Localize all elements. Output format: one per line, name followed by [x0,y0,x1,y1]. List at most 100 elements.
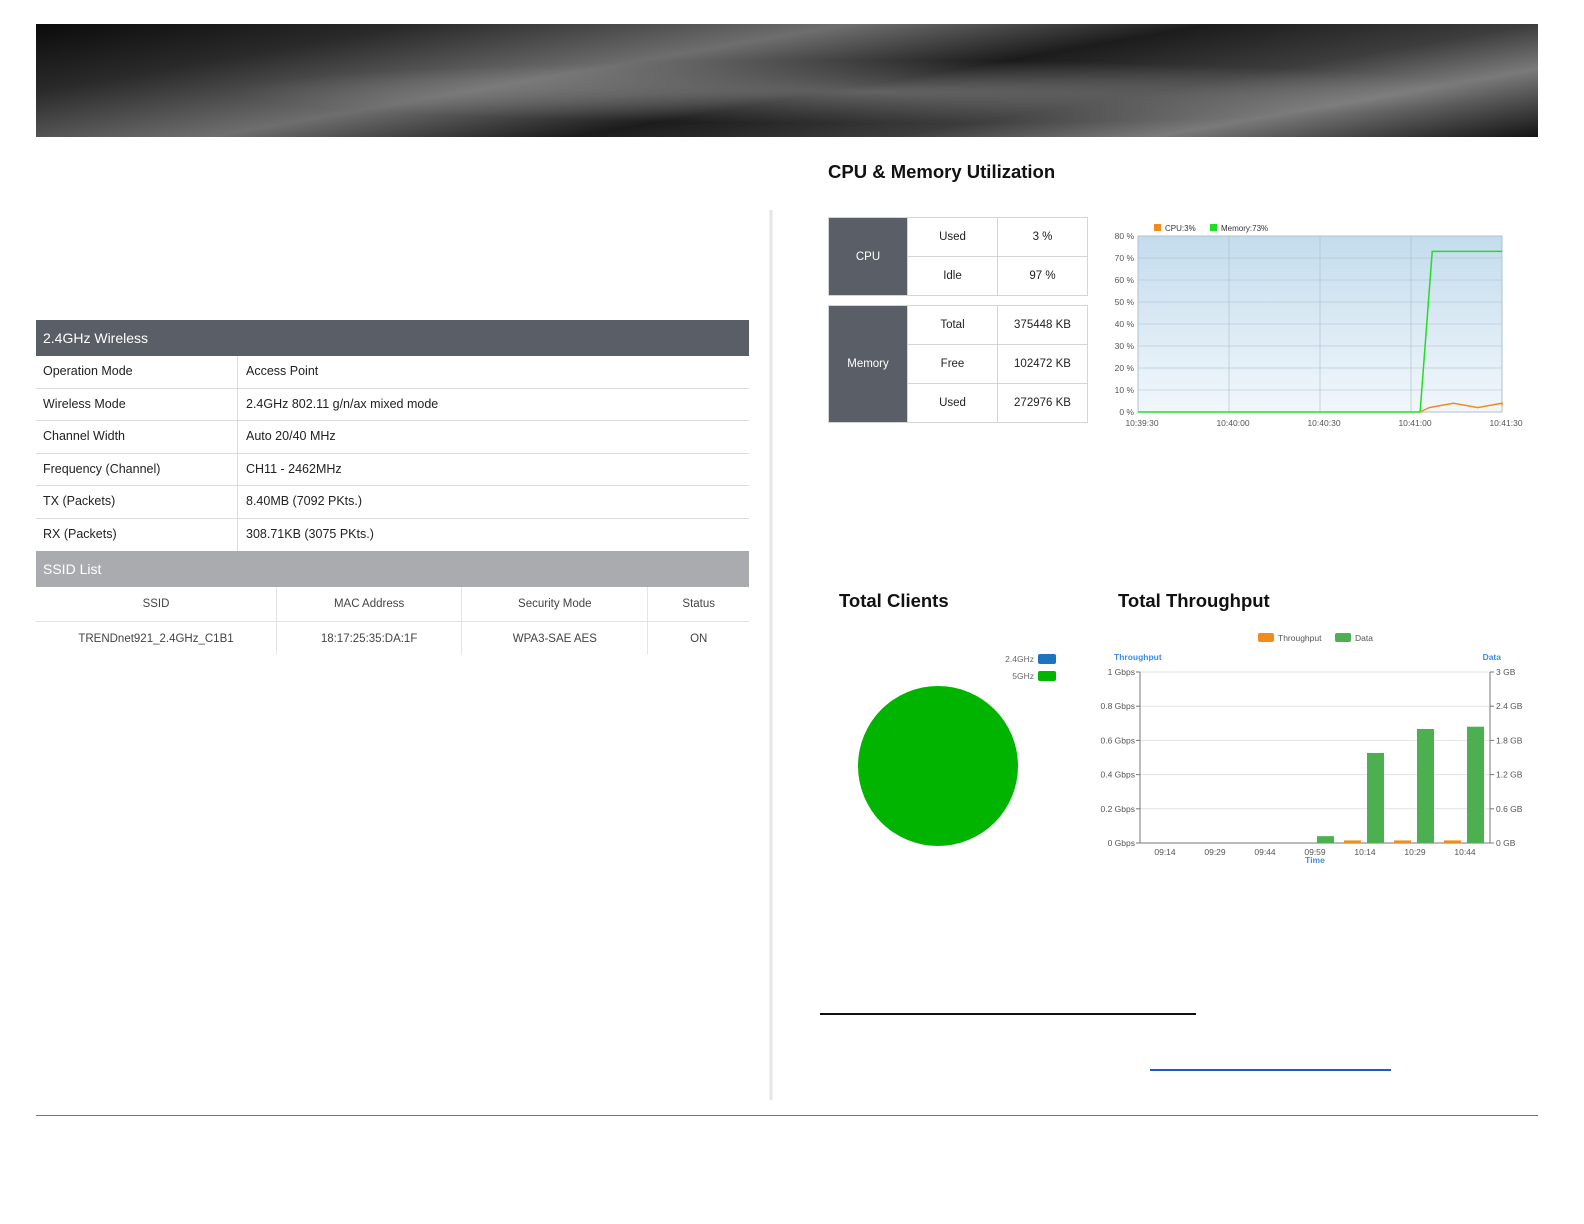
wireless-row-value: 2.4GHz 802.11 g/n/ax mixed mode [246,396,439,411]
memory-total-value: 375448 KB [997,305,1088,345]
ssid-col-header: Security Mode [462,586,649,621]
legend-swatch [1335,633,1351,642]
x-tick-label: 10:29 [1404,847,1426,857]
y2-tick-label: 1.2 GB [1496,770,1523,780]
cpu-label: CPU [828,217,908,296]
legend-label: 2.4GHz [1005,654,1034,664]
throughput-bar [1394,840,1411,843]
x-tick-label: 10:40:00 [1216,418,1249,428]
ssid-cell: TRENDnet921_2.4GHz_C1B1 [36,621,277,654]
throughput-bar [1344,840,1361,843]
wireless-row-value: Auto 20/40 MHz [246,429,336,444]
y-tick-label: 80 % [1115,231,1135,241]
y-tick-label: 40 % [1115,319,1135,329]
x-tick-label: 10:41:30 [1489,418,1522,428]
data-bar [1417,729,1434,843]
status-cell: ON [690,632,708,645]
wireless-row: TX (Packets) 8.40MB (7092 PKts.) [36,486,749,519]
ssid-table-header: SSID MAC Address Security Mode Status [36,586,749,622]
x-tick-label: 09:29 [1204,847,1226,857]
wireless-row: Wireless Mode 2.4GHz 802.11 g/n/ax mixed… [36,388,749,422]
throughput-bar [1444,840,1461,843]
cpu-idle-label: Idle [907,256,998,296]
y-tick-label: 60 % [1115,275,1135,285]
wireless-row: Channel Width Auto 20/40 MHz [36,421,749,454]
wireless-info-table: 2.4GHz Wireless Operation Mode Access Po… [36,320,749,654]
security-cell: WPA3-SAE AES [462,621,649,654]
memory-free-label: Free [907,344,998,384]
wireless-row-label: Frequency (Channel) [36,453,238,486]
header-banner [36,24,1538,137]
total-throughput-chart: Throughput Data Throughput Data 0 Gbps 0.2 Gb… [1101,633,1523,865]
ssid-col-header: SSID [36,586,277,621]
wireless-row-value: 8.40MB (7092 PKts.) [246,494,363,509]
y-tick-label: 10 % [1115,385,1135,395]
link-underline [1150,1069,1391,1071]
mac-cell: 18:17:25:35:DA:1F [277,621,463,654]
cpu-memory-title: CPU & Memory Utilization [828,161,1056,182]
memory-free-value: 102472 KB [997,344,1088,384]
x-tick-label: 09:44 [1254,847,1276,857]
wireless-row: RX (Packets) 308.71KB (3075 PKts.) [36,518,749,551]
memory-used-value: 272976 KB [997,383,1088,423]
footer-separator [820,1013,1196,1015]
y2-tick-label: 0.6 GB [1496,804,1523,814]
legend-swatch [1038,654,1056,664]
x-tick-label: 10:44 [1454,847,1476,857]
right-axis-title: Data [1483,652,1502,662]
wireless-row-value: CH11 - 2462MHz [246,461,342,476]
ssid-col-header: MAC Address [277,586,463,621]
wireless-row-value: 308.71KB (3075 PKts.) [246,526,374,541]
y2-tick-label: 3 GB [1496,667,1516,677]
y-tick-label: 0.2 Gbps [1101,804,1136,814]
legend-swatch [1258,633,1274,642]
wireless-row-label: Operation Mode [36,356,238,388]
left-axis-title: Throughput [1114,652,1162,662]
legend-label: Memory:73% [1221,224,1268,233]
data-bar [1317,836,1334,843]
wireless-row-label: TX (Packets) [36,486,238,518]
total-clients-title: Total Clients [839,590,949,611]
data-bar [1467,726,1484,843]
page-bottom-rule [36,1115,1538,1116]
cpu-used-value: 3 % [997,217,1088,257]
y-tick-label: 50 % [1115,297,1135,307]
cpu-used-label: Used [907,217,998,257]
legend-label: 5GHz [1012,671,1034,681]
memory-used-label: Used [907,383,998,423]
pie-slice [858,686,1018,846]
y-tick-label: 0.6 Gbps [1101,735,1136,745]
y-tick-label: 0 Gbps [1108,838,1135,848]
y-tick-label: 30 % [1115,341,1135,351]
x-tick-label: 10:41:00 [1398,418,1431,428]
memory-table: Memory Total 375448 KB Free 102472 KB Us… [828,305,1088,423]
legend-swatch [1038,671,1056,681]
y-tick-label: 20 % [1115,363,1135,373]
ssid-list-header: SSID List [36,550,749,587]
wireless-row-label: Wireless Mode [36,388,238,421]
table-row: TRENDnet921_2.4GHz_C1B1 18:17:25:35:DA:1… [36,621,749,654]
x-tick-label: 10:40:30 [1307,418,1340,428]
x-tick-label: 09:14 [1154,847,1176,857]
y-tick-label: 1 Gbps [1108,667,1135,677]
data-bar [1367,752,1384,843]
y2-tick-label: 0 GB [1496,838,1516,848]
wireless-row-value: Access Point [246,364,319,378]
y-tick-label: 0.8 Gbps [1101,701,1136,711]
cpu-table: CPU Used 3 % Idle 97 % [828,217,1088,296]
legend-label: Data [1355,633,1373,643]
legend-swatch [1210,224,1217,231]
y-tick-label: 0.4 Gbps [1101,770,1136,780]
legend-swatch [1154,224,1161,231]
total-throughput-title: Total Throughput [1118,590,1270,611]
page-divider [769,210,773,1100]
wireless-row-label: RX (Packets) [36,518,238,551]
y2-tick-label: 1.8 GB [1496,735,1523,745]
wireless-header: 2.4GHz Wireless [36,320,749,356]
banner-glow [36,24,1538,137]
wireless-row: Operation Mode Access Point [36,356,749,389]
cpu-idle-value: 97 % [997,256,1088,296]
x-tick-label: 10:39:30 [1125,418,1158,428]
y-tick-label: 70 % [1115,253,1135,263]
cpu-memory-chart: 0 % 10 % 20 % 30 % 40 % 50 % 60 % 70 % 80 % 10:39… [1115,224,1523,428]
